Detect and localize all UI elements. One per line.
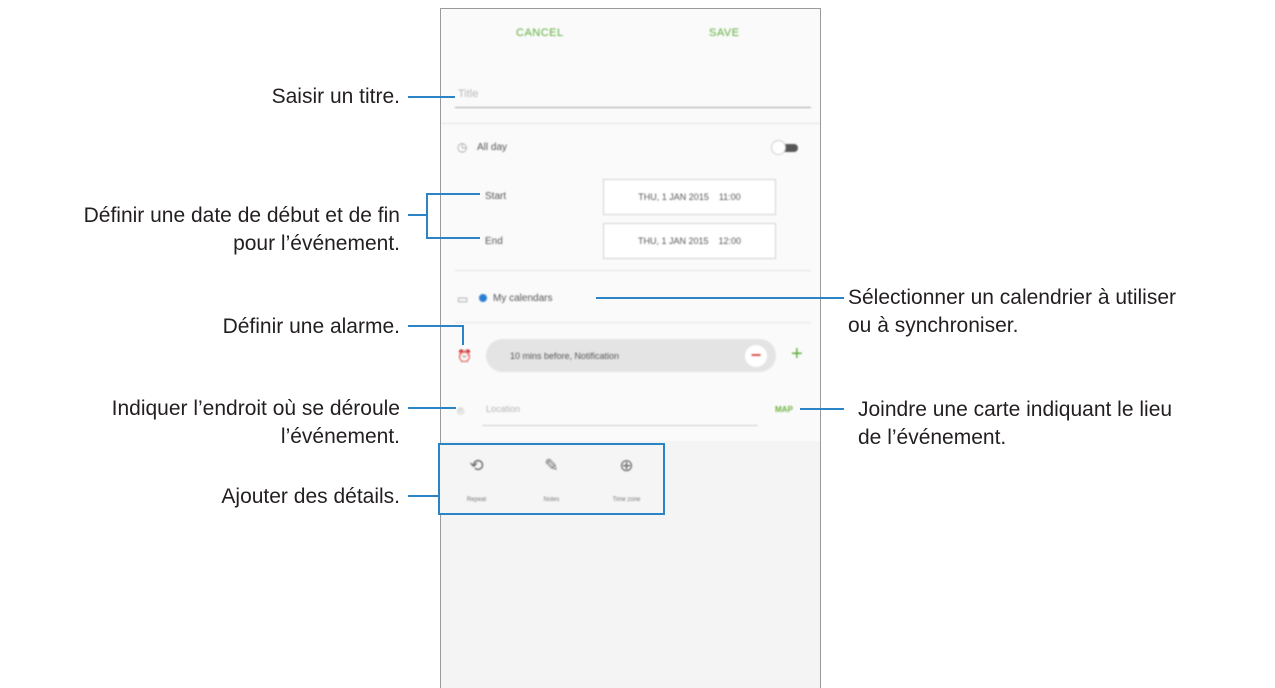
save-button[interactable]: SAVE [709, 27, 740, 39]
details-leader-line [408, 495, 439, 497]
location-underline [482, 425, 758, 426]
cancel-button[interactable]: CANCEL [516, 27, 564, 39]
all-day-label: All day [477, 142, 508, 153]
alarm-field[interactable]: 10 mins before, Notification [486, 339, 776, 372]
location-pin-icon: ⌾ [457, 404, 465, 418]
title-annotation: Saisir un titre. [271, 85, 400, 108]
map-button[interactable]: MAP [775, 405, 793, 414]
remove-alarm-button[interactable]: − [745, 345, 767, 367]
phone-screen: CANCEL SAVE Title ◷ All day Start THU, 1… [440, 8, 821, 688]
title-leader-line [408, 96, 455, 98]
map-annotation-line2: de l’événement. [858, 426, 1007, 449]
alarm-leader-drop [462, 325, 464, 345]
map-leader-line [800, 408, 844, 410]
calendar-annotation-line1: Sélectionner un calendrier à utiliser [848, 286, 1177, 309]
event-form: CANCEL SAVE Title ◷ All day Start THU, 1… [441, 9, 820, 441]
dates-annotation-line2: pour l’événement. [233, 232, 400, 255]
details-highlight-box [438, 443, 665, 515]
add-alarm-button[interactable]: + [791, 343, 803, 365]
clock-icon: ◷ [457, 140, 468, 154]
title-underline [455, 107, 811, 108]
divider [441, 123, 820, 124]
details-annotation: Ajouter des détails. [221, 485, 400, 508]
start-time: 11:00 [718, 192, 741, 202]
divider [455, 270, 811, 271]
start-label: Start [485, 191, 507, 202]
calendar-annotation-line2: ou à synchroniser. [848, 314, 1019, 337]
dates-bracket-vertical [426, 193, 428, 238]
location-annotation-line1: Indiquer l’endroit où se déroule [111, 397, 400, 420]
dates-annotation-line1: Définir une date de début et de fin [83, 204, 400, 227]
title-input[interactable]: Title [458, 88, 478, 100]
start-date-field[interactable]: THU, 1 JAN 2015 11:00 [603, 179, 776, 215]
map-annotation-line1: Joindre une carte indiquant le lieu [858, 398, 1173, 421]
alarm-icon: ⏰ [457, 349, 472, 363]
alarm-annotation: Définir une alarme. [222, 315, 400, 338]
end-date: THU, 1 JAN 2015 [637, 236, 709, 246]
calendar-selector[interactable]: My calendars [493, 293, 552, 304]
dates-bracket-bottom [426, 237, 480, 239]
all-day-toggle[interactable] [771, 140, 801, 156]
dates-leader-line [408, 214, 428, 216]
location-leader-line [408, 407, 456, 409]
calendar-leader-line [596, 297, 844, 299]
end-label: End [485, 236, 503, 247]
alarm-leader-line [408, 325, 464, 327]
location-input[interactable]: Location [486, 404, 520, 414]
divider [455, 322, 811, 323]
end-date-field[interactable]: THU, 1 JAN 2015 12:00 [603, 223, 776, 259]
location-annotation-line2: l’événement. [280, 425, 400, 448]
dates-bracket-top [426, 193, 480, 195]
calendar-icon: ▭ [457, 292, 469, 306]
calendar-color-dot [479, 294, 487, 302]
end-time: 12:00 [718, 236, 742, 246]
start-date: THU, 1 JAN 2015 [638, 192, 709, 202]
